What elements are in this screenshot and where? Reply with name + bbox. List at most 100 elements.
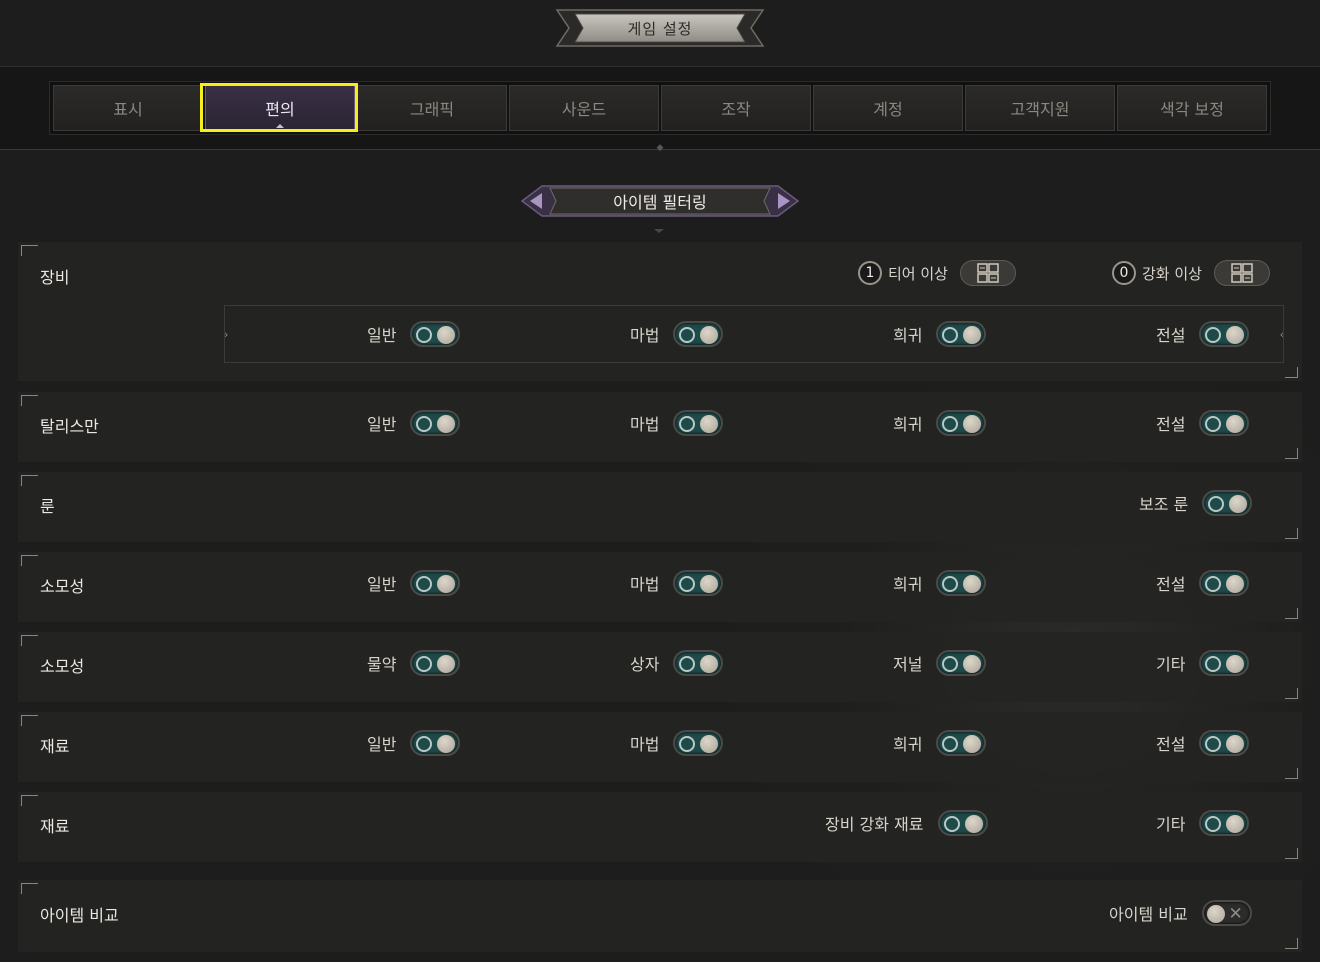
option-journal: 저널 xyxy=(893,650,987,676)
toggle-switch[interactable] xyxy=(1199,321,1250,347)
toggle-switch[interactable] xyxy=(937,810,988,836)
option-label: 희귀 xyxy=(893,575,923,594)
toggle-switch[interactable] xyxy=(410,570,461,596)
option-label: 저널 xyxy=(893,655,923,674)
tab-color-correction[interactable]: 색각 보정 xyxy=(1117,85,1267,131)
toggle-switch[interactable] xyxy=(1202,490,1253,516)
option-magic: 마법 xyxy=(630,321,724,347)
grid-icon xyxy=(1231,263,1253,283)
row-talisman: 탈리스만 일반 마법 희귀 전설 xyxy=(18,392,1302,462)
tab-account[interactable]: 계정 xyxy=(813,85,963,131)
toggle-switch[interactable] xyxy=(410,410,461,436)
row-label: 재료 xyxy=(40,737,70,756)
toggle-switch[interactable] xyxy=(410,321,461,347)
tab-convenience[interactable]: 편의 xyxy=(205,85,355,131)
toggle-switch[interactable] xyxy=(673,650,724,676)
tab-bar: 표시 편의 그래픽 사운드 조작 계정 고객지원 색각 보정 xyxy=(49,81,1271,135)
row-material-rarity: 재료 일반 마법 희귀 전설 xyxy=(18,712,1302,782)
enhance-value-badge: 0 xyxy=(1112,261,1136,285)
toggle-switch[interactable] xyxy=(673,570,724,596)
option-normal: 일반 xyxy=(367,730,461,756)
toggle-switch[interactable] xyxy=(1199,650,1250,676)
toggle-switch[interactable] xyxy=(1199,410,1250,436)
option-normal: 일반 xyxy=(367,321,461,347)
row-item-compare: 아이템 비교 아이템 비교 ✕ xyxy=(18,880,1302,952)
tab-sound[interactable]: 사운드 xyxy=(509,85,659,131)
row-label: 탈리스만 xyxy=(40,417,99,436)
option-label: 물약 xyxy=(367,655,397,674)
option-label: 일반 xyxy=(367,326,397,345)
option-rare: 희귀 xyxy=(893,321,987,347)
tab-graphics[interactable]: 그래픽 xyxy=(357,85,507,131)
toggle-switch-off[interactable]: ✕ xyxy=(1201,900,1252,926)
option-label: 장비 강화 재료 xyxy=(825,815,924,834)
option-legendary: 전설 xyxy=(1156,570,1250,596)
toggle-switch[interactable] xyxy=(1199,810,1250,836)
row-label: 소모성 xyxy=(40,657,85,676)
option-box: 상자 xyxy=(630,650,724,676)
toggle-switch[interactable] xyxy=(936,321,987,347)
toggle-switch[interactable] xyxy=(673,410,724,436)
chevron-left-icon: ‹ xyxy=(1279,328,1284,341)
option-normal: 일반 xyxy=(367,570,461,596)
enhance-label: 강화 이상 xyxy=(1142,264,1202,283)
option-rare: 희귀 xyxy=(893,730,987,756)
option-normal: 일반 xyxy=(367,410,461,436)
toggle-switch[interactable] xyxy=(1199,570,1250,596)
option-label: 기타 xyxy=(1156,655,1186,674)
option-item-compare: 아이템 비교 ✕ xyxy=(1109,900,1252,926)
option-label: 전설 xyxy=(1156,415,1186,434)
row-material-type: 재료 장비 강화 재료 기타 xyxy=(18,792,1302,862)
toggle-switch[interactable] xyxy=(673,321,724,347)
toggle-switch[interactable] xyxy=(410,730,461,756)
close-icon: ✕ xyxy=(1228,904,1243,924)
option-label: 아이템 비교 xyxy=(1109,905,1188,924)
option-label: 일반 xyxy=(367,575,397,594)
enhance-grid-button[interactable] xyxy=(1213,260,1270,286)
grid-icon xyxy=(977,263,999,283)
option-label: 희귀 xyxy=(893,735,923,754)
window-title-plaque: 게임 설정 xyxy=(555,8,765,48)
section-header-plaque: 아이템 필터링 xyxy=(520,182,800,220)
option-label: 희귀 xyxy=(893,415,923,434)
tab-controls[interactable]: 조작 xyxy=(661,85,811,131)
tier-grid-button[interactable] xyxy=(959,260,1016,286)
toggle-switch[interactable] xyxy=(936,730,987,756)
option-label: 마법 xyxy=(630,326,660,345)
option-magic: 마법 xyxy=(630,410,724,436)
section-title: 아이템 필터링 xyxy=(613,193,707,212)
tab-customer-support[interactable]: 고객지원 xyxy=(965,85,1115,131)
row-label: 재료 xyxy=(40,817,70,836)
tier-value-badge: 1 xyxy=(858,261,882,285)
option-label: 마법 xyxy=(630,415,660,434)
option-legendary: 전설 xyxy=(1156,410,1250,436)
option-rare: 희귀 xyxy=(893,570,987,596)
option-magic: 마법 xyxy=(630,730,724,756)
row-label: 룬 xyxy=(40,497,55,516)
option-label: 일반 xyxy=(367,735,397,754)
toggle-switch[interactable] xyxy=(1199,730,1250,756)
enhance-filter: 0 강화 이상 xyxy=(1112,260,1270,286)
option-label: 일반 xyxy=(367,415,397,434)
toggle-switch[interactable] xyxy=(936,410,987,436)
section-tick-ornament xyxy=(654,229,664,233)
option-enhancement-material: 장비 강화 재료 xyxy=(825,810,988,836)
window-title: 게임 설정 xyxy=(627,19,693,38)
toggle-switch[interactable] xyxy=(936,570,987,596)
toggle-switch[interactable] xyxy=(410,650,461,676)
option-label: 전설 xyxy=(1156,575,1186,594)
option-label: 마법 xyxy=(630,575,660,594)
option-label: 희귀 xyxy=(893,326,923,345)
toggle-switch[interactable] xyxy=(936,650,987,676)
row-label: 소모성 xyxy=(40,577,85,596)
row-consumable-rarity: 소모성 일반 마법 희귀 전설 xyxy=(18,552,1302,622)
toggle-switch[interactable] xyxy=(673,730,724,756)
row-rune: 룬 보조 룬 xyxy=(18,472,1302,542)
option-other: 기타 xyxy=(1156,810,1250,836)
tab-display[interactable]: 표시 xyxy=(53,85,203,131)
row-equipment: 장비 1 티어 이상 0 강화 이상 › ‹ 일반 마법 희귀 전설 xyxy=(18,242,1302,381)
option-potion: 물약 xyxy=(367,650,461,676)
chevron-right-icon: › xyxy=(224,328,229,341)
option-legendary: 전설 xyxy=(1156,730,1250,756)
option-legendary: 전설 xyxy=(1156,321,1250,347)
